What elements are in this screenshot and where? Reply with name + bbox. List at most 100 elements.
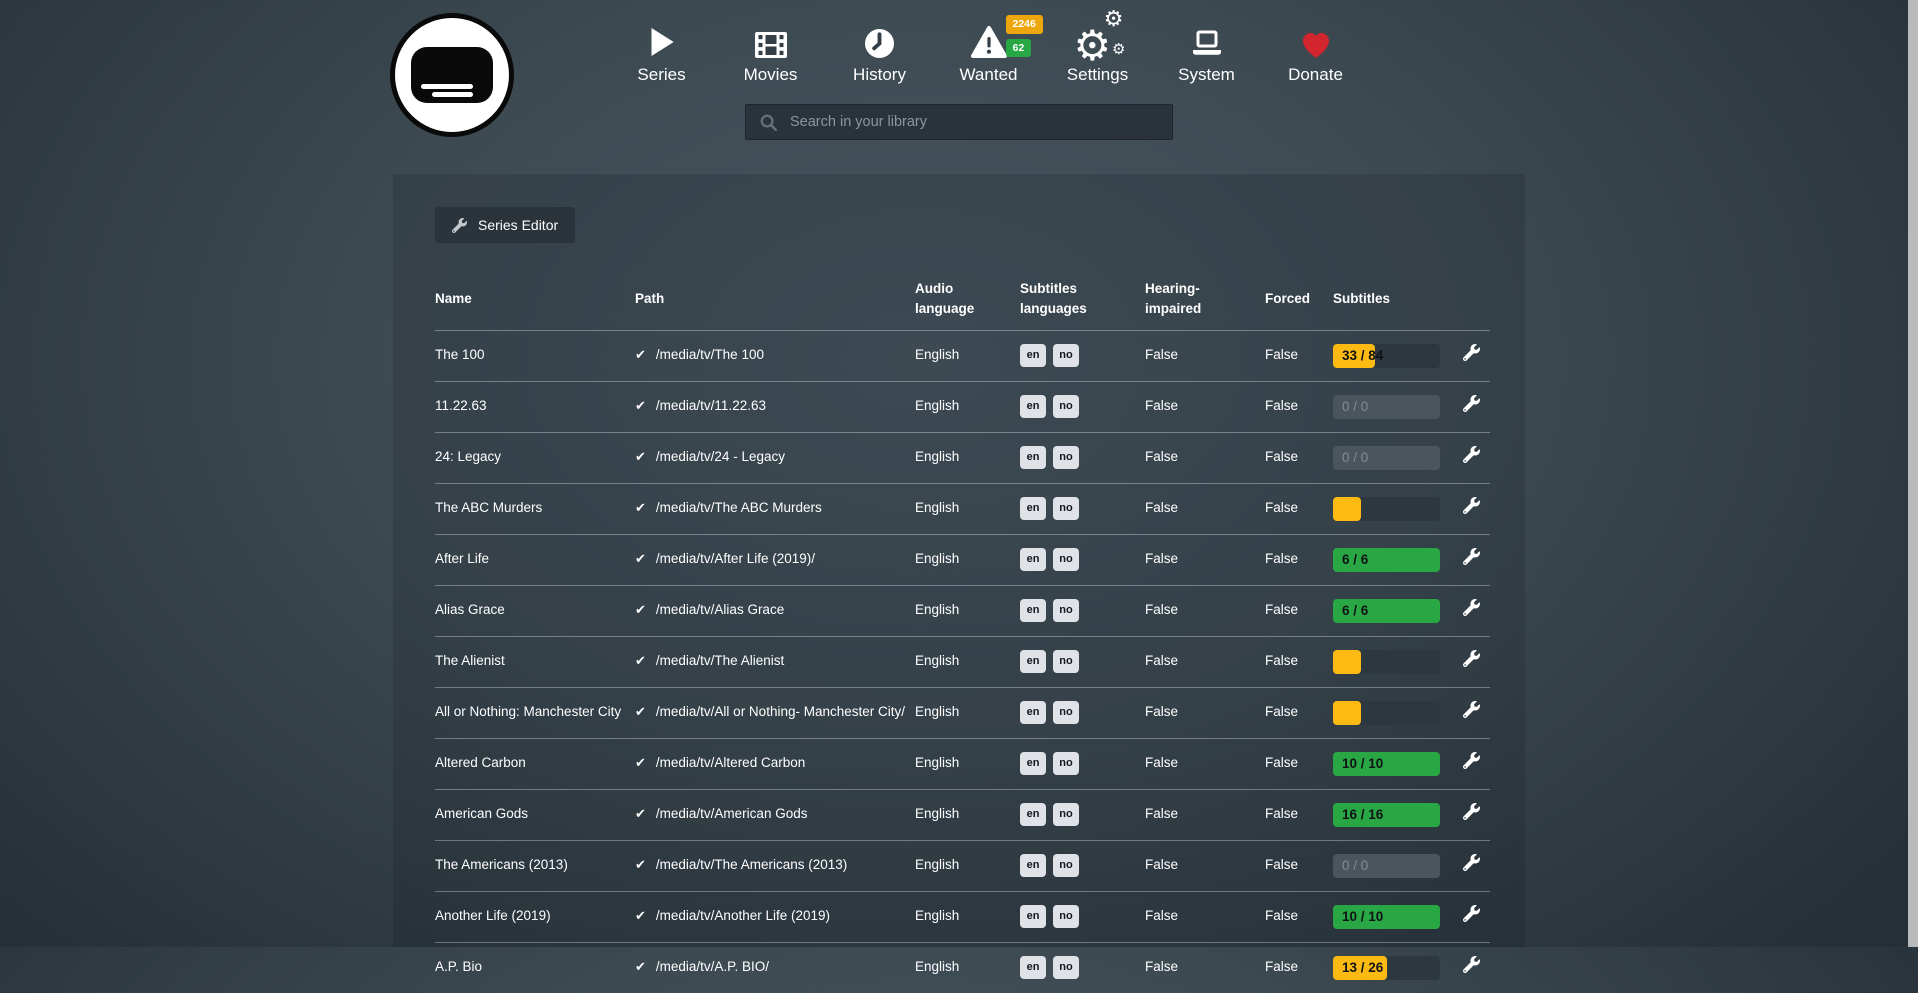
series-name[interactable]: All or Nothing: Manchester City <box>435 687 635 738</box>
check-icon: ✔ <box>635 552 646 567</box>
edit-series-button[interactable] <box>1463 548 1480 570</box>
series-name[interactable]: The Americans (2013) <box>435 840 635 891</box>
audio-language: English <box>915 789 1020 840</box>
series-row: Altered Carbon ✔/media/tv/Altered Carbon… <box>435 738 1490 789</box>
page-scrollbar[interactable] <box>1908 0 1918 947</box>
wrench-icon <box>1463 701 1480 718</box>
progress-label: 0 / 0 <box>1342 446 1368 470</box>
edit-series-button[interactable] <box>1463 599 1480 621</box>
nav-settings[interactable]: ⚙⚙⚙ Settings <box>1043 12 1152 85</box>
audio-language: English <box>915 891 1020 942</box>
progress-label: 10 / 10 <box>1342 905 1383 929</box>
series-path: ✔/media/tv/The 100 <box>635 330 915 381</box>
forced-value: False <box>1265 636 1333 687</box>
series-editor-button[interactable]: Series Editor <box>435 207 575 243</box>
subtitles-progress-cell: 10 / 10 <box>1333 738 1447 789</box>
nav-system[interactable]: System <box>1152 12 1261 85</box>
series-row: The 100 ✔/media/tv/The 100 English enno … <box>435 330 1490 381</box>
language-badge: en <box>1020 854 1046 876</box>
nav-movies[interactable]: Movies <box>716 12 825 85</box>
series-name[interactable]: The 100 <box>435 330 635 381</box>
check-icon: ✔ <box>635 603 646 618</box>
hearing-impaired-value: False <box>1145 381 1265 432</box>
language-badge: no <box>1053 650 1079 672</box>
check-icon: ✔ <box>635 960 646 975</box>
edit-series-button[interactable] <box>1463 854 1480 876</box>
subtitles-progress-bar <box>1333 650 1440 674</box>
progress-label: 13 / 26 <box>1342 956 1383 980</box>
series-path: ✔/media/tv/All or Nothing- Manchester Ci… <box>635 687 915 738</box>
language-badge: en <box>1020 497 1046 519</box>
series-name[interactable]: After Life <box>435 534 635 585</box>
series-name[interactable]: Another Life (2019) <box>435 891 635 942</box>
logo-subtitle-line <box>421 84 473 89</box>
col-header-subtitles-languages: Subtitles languages <box>1020 269 1145 330</box>
subtitles-languages: enno <box>1020 534 1145 585</box>
series-row: 11.22.63 ✔/media/tv/11.22.63 English enn… <box>435 381 1490 432</box>
col-header-name: Name <box>435 269 635 330</box>
language-badge: en <box>1020 701 1046 723</box>
audio-language: English <box>915 381 1020 432</box>
hearing-impaired-value: False <box>1145 891 1265 942</box>
wrench-icon <box>1463 803 1480 820</box>
edit-series-button[interactable] <box>1463 344 1480 366</box>
nav-wanted[interactable]: Wanted 2246 62 <box>934 12 1043 85</box>
forced-value: False <box>1265 891 1333 942</box>
subtitles-progress-bar: 0 / 0 <box>1333 854 1440 878</box>
search-input[interactable] <box>788 113 1158 131</box>
language-badge: no <box>1053 854 1079 876</box>
language-badge: en <box>1020 752 1046 774</box>
bazarr-logo[interactable] <box>390 13 514 137</box>
progress-fill <box>1333 497 1361 521</box>
series-name[interactable]: The Alienist <box>435 636 635 687</box>
subtitles-progress-bar: 33 / 84 <box>1333 344 1440 368</box>
series-name[interactable]: The ABC Murders <box>435 483 635 534</box>
series-path: ✔/media/tv/Another Life (2019) <box>635 891 915 942</box>
nav-label: Movies <box>716 65 825 85</box>
play-icon <box>607 12 716 62</box>
subtitles-progress-bar: 6 / 6 <box>1333 548 1440 572</box>
series-name[interactable]: Altered Carbon <box>435 738 635 789</box>
gears-icon: ⚙⚙⚙ <box>1043 12 1152 62</box>
edit-series-button[interactable] <box>1463 446 1480 468</box>
edit-series-button[interactable] <box>1463 956 1480 978</box>
subtitles-progress-cell: 0 / 0 <box>1333 381 1447 432</box>
search-icon <box>759 113 778 132</box>
language-badge: en <box>1020 803 1046 825</box>
wrench-icon <box>1463 650 1480 667</box>
series-name[interactable]: 11.22.63 <box>435 381 635 432</box>
edit-series-button[interactable] <box>1463 803 1480 825</box>
series-row: A.P. Bio ✔/media/tv/A.P. BIO/ English en… <box>435 942 1490 993</box>
subtitles-progress-cell: 0 / 0 <box>1333 840 1447 891</box>
series-name[interactable]: A.P. Bio <box>435 942 635 993</box>
series-name[interactable]: Alias Grace <box>435 585 635 636</box>
series-row: Alias Grace ✔/media/tv/Alias Grace Engli… <box>435 585 1490 636</box>
nav-history[interactable]: History <box>825 12 934 85</box>
series-row: American Gods ✔/media/tv/American Gods E… <box>435 789 1490 840</box>
series-path: ✔/media/tv/The Alienist <box>635 636 915 687</box>
edit-series-button[interactable] <box>1463 701 1480 723</box>
edit-series-button[interactable] <box>1463 395 1480 417</box>
language-badge: no <box>1053 395 1079 417</box>
nav-donate[interactable]: Donate <box>1261 12 1370 85</box>
check-icon: ✔ <box>635 909 646 924</box>
hearing-impaired-value: False <box>1145 432 1265 483</box>
content-panel: Series Editor Name Path Audio language S… <box>393 174 1525 947</box>
wanted-movies-badge: 62 <box>1006 39 1032 58</box>
wrench-icon <box>1463 599 1480 616</box>
main-nav: Series Movies <box>607 12 1370 85</box>
logo-subtitle-line <box>432 92 473 97</box>
series-path: ✔/media/tv/The ABC Murders <box>635 483 915 534</box>
language-badge: en <box>1020 395 1046 417</box>
edit-series-button[interactable] <box>1463 905 1480 927</box>
audio-language: English <box>915 687 1020 738</box>
language-badge: en <box>1020 446 1046 468</box>
series-name[interactable]: 24: Legacy <box>435 432 635 483</box>
edit-series-button[interactable] <box>1463 650 1480 672</box>
wanted-badges: 2246 62 <box>1006 15 1043 57</box>
edit-series-button[interactable] <box>1463 497 1480 519</box>
subtitles-languages: enno <box>1020 789 1145 840</box>
edit-series-button[interactable] <box>1463 752 1480 774</box>
nav-series[interactable]: Series <box>607 12 716 85</box>
series-name[interactable]: American Gods <box>435 789 635 840</box>
